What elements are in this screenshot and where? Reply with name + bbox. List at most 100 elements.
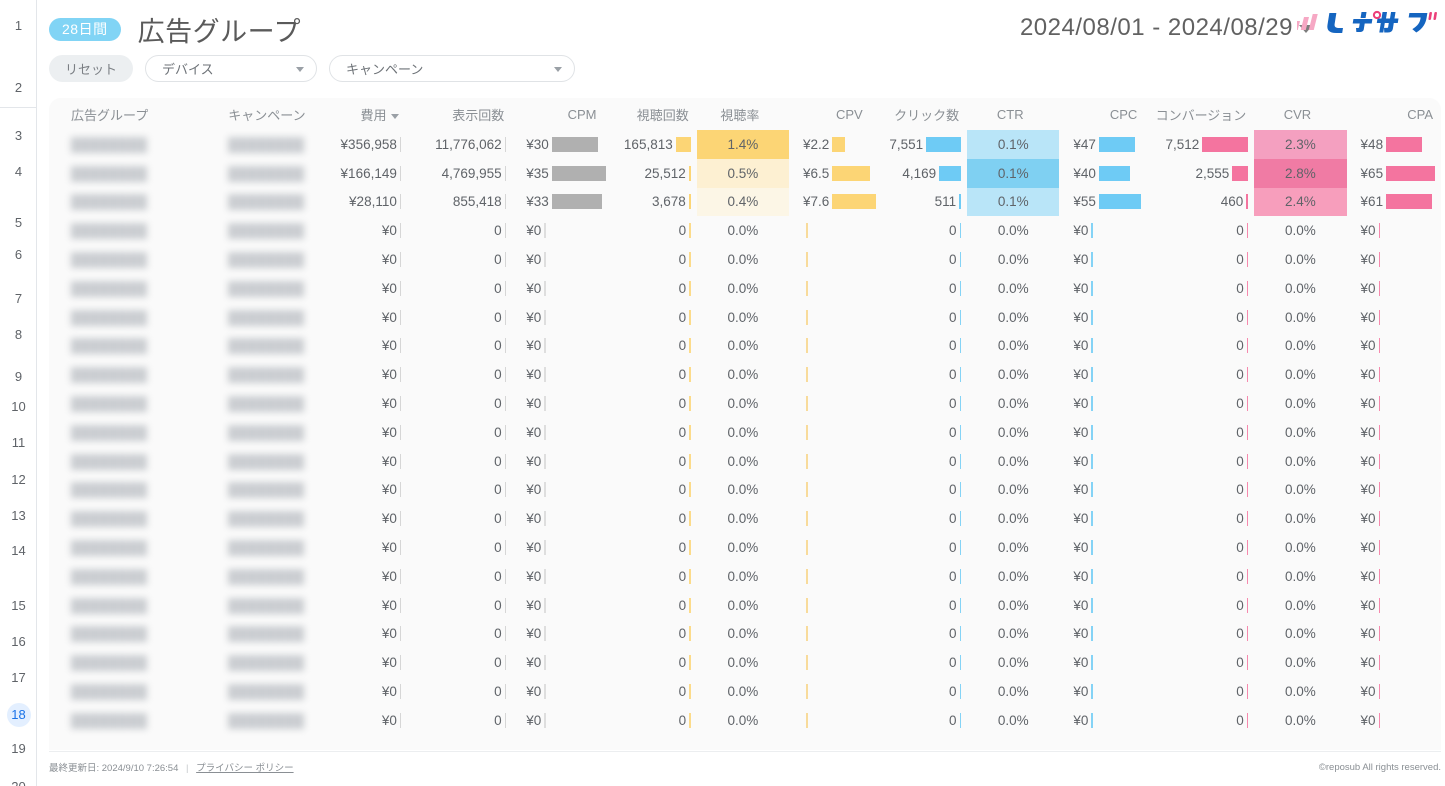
cell-bar — [504, 712, 507, 728]
cell-cpc: ¥0 — [1059, 303, 1145, 332]
column-header-cpa[interactable]: CPA — [1346, 98, 1441, 130]
table-row[interactable]: ████████ ████████ ¥0 0 ¥0 0 0.0% 0 0.0% ¥0 0 0.0% ¥0 — [49, 591, 1441, 620]
column-header-cpc[interactable]: CPC — [1059, 98, 1146, 130]
column-header-campaign[interactable]: キャンペーン — [206, 98, 312, 130]
table-row[interactable]: ████████ ████████ ¥0 0 ¥0 0 0.0% 0 0.0% ¥0 0 0.0% ¥0 — [49, 245, 1441, 274]
cell-cpc: ¥47 — [1059, 130, 1145, 159]
cell-value: ¥0 — [526, 309, 542, 325]
gutter-row-number[interactable]: 8 — [0, 323, 37, 347]
cell-value: 0 — [494, 223, 502, 239]
cell-bar — [1098, 165, 1130, 181]
cell-cost: ¥0 — [311, 303, 407, 332]
cell-bar — [551, 165, 606, 181]
cell-bar — [544, 626, 546, 642]
cell-bar — [689, 655, 691, 671]
table-row[interactable]: ████████ ████████ ¥0 0 ¥0 0 0.0% 0 0.0% ¥0 0 0.0% ¥0 — [49, 303, 1441, 332]
cell-view-rate: 0.0% — [697, 216, 789, 245]
table-row[interactable]: ████████ ████████ ¥0 0 ¥0 0 0.0% 0 0.0% ¥0 0 0.0% ¥0 — [49, 476, 1441, 505]
cell-ctr: 0.0% — [967, 389, 1059, 418]
cell-value: 0.0% — [727, 655, 759, 671]
cell-value: 0 — [949, 655, 957, 671]
cell-campaign: ████████ — [206, 706, 311, 735]
cell-campaign: ████████ — [206, 159, 311, 188]
redacted-text: ████████ — [228, 453, 305, 469]
privacy-policy-link[interactable]: プライバシー ポリシー — [196, 763, 293, 774]
gutter-row-number[interactable]: 19 — [0, 737, 37, 761]
row-number-label: 19 — [11, 741, 26, 756]
column-header-cpm[interactable]: CPM — [512, 98, 605, 130]
table-row[interactable]: ████████ ████████ ¥166,149 4,769,955 ¥35 25,5… — [49, 158, 1441, 188]
reset-button[interactable]: リセット — [49, 55, 134, 82]
gutter-row-number[interactable]: 16 — [0, 630, 37, 654]
column-header-cost[interactable]: 費用 — [311, 98, 408, 130]
gutter-row-number[interactable]: 14 — [0, 539, 37, 563]
cell-value: ¥0 — [381, 712, 397, 728]
gutter-row-number[interactable]: 11 — [0, 431, 37, 455]
cell-cpa: ¥0 — [1347, 504, 1441, 533]
gutter-row-number[interactable]: 9 — [0, 365, 37, 389]
gutter-row-number[interactable]: 3 — [0, 124, 37, 148]
cell-bar — [504, 568, 507, 584]
gutter-row-number[interactable]: 15 — [0, 594, 37, 618]
gutter-row-number[interactable]: 20 — [0, 775, 37, 786]
redacted-text: ████████ — [71, 597, 148, 613]
cell-bar — [1378, 482, 1381, 498]
table-row[interactable]: ████████ ████████ ¥0 0 ¥0 0 0.0% 0 0.0% ¥0 0 0.0% ¥0 — [49, 418, 1441, 447]
column-header-cpv[interactable]: CPV — [788, 98, 871, 130]
table-row[interactable]: ████████ ████████ ¥0 0 ¥0 0 0.0% 0 0.0% ¥0 0 0.0% ¥0 — [49, 274, 1441, 303]
column-header-views[interactable]: 視聴回数 — [604, 98, 697, 130]
gutter-row-number[interactable]: 1 — [0, 14, 37, 38]
date-range-label[interactable]: 2024/08/01 - 2024/08/29 — [1020, 14, 1293, 42]
table-row[interactable]: ████████ ████████ ¥0 0 ¥0 0 0.0% 0 0.0% ¥0 0 0.0% ¥0 — [49, 648, 1441, 677]
cell-bar — [689, 252, 691, 268]
table-row[interactable]: ████████ ████████ ¥28,110 855,418 ¥33 3,678 0.… — [49, 187, 1441, 217]
gutter-row-number[interactable]: 7 — [0, 287, 37, 311]
column-header-conversions[interactable]: コンバージョン — [1145, 98, 1255, 130]
cell-value: 0.0% — [1285, 540, 1316, 556]
gutter-row-number[interactable]: 17 — [0, 666, 37, 690]
gutter-row-number[interactable]: 2 — [0, 76, 37, 100]
table-row[interactable]: ████████ ████████ ¥0 0 ¥0 0 0.0% 0 0.0% ¥0 0 0.0% ¥0 — [49, 562, 1441, 591]
column-header-cvr[interactable]: CVR — [1254, 98, 1347, 130]
column-header-impressions[interactable]: 表示回数 — [407, 98, 513, 130]
cell-value: 0.0% — [997, 309, 1029, 325]
column-header-view_rate[interactable]: 視聴率 — [696, 98, 789, 130]
campaign-filter-select[interactable]: キャンペーン — [329, 55, 576, 82]
table-row[interactable]: ████████ ████████ ¥0 0 ¥0 0 0.0% 0 0.0% ¥0 0 0.0% ¥0 — [49, 360, 1441, 389]
gutter-row-number[interactable]: 18 — [0, 703, 37, 727]
table-row[interactable]: ████████ ████████ ¥0 0 ¥0 0 0.0% 0 0.0% ¥0 0 0.0% ¥0 — [49, 706, 1441, 735]
device-filter-select[interactable]: デバイス — [145, 55, 318, 82]
device-filter-label: デバイス — [162, 62, 214, 77]
cell-views: 0 — [605, 332, 697, 361]
cell-value: 3,678 — [651, 194, 686, 210]
gutter-row-number[interactable]: 13 — [0, 504, 37, 528]
table-row[interactable]: ████████ ████████ ¥0 0 ¥0 0 0.0% 0 0.0% ¥0 0 0.0% ¥0 — [49, 677, 1441, 706]
table-row[interactable]: ████████ ████████ ¥0 0 ¥0 0 0.0% 0 0.0% ¥0 0 0.0% ¥0 — [49, 216, 1441, 245]
cell-value: ¥0 — [1360, 223, 1376, 239]
cell-bar — [399, 540, 402, 556]
cell-value: 0 — [678, 626, 687, 642]
cell-bar — [544, 424, 546, 440]
cell-value: 0.0% — [1285, 655, 1316, 671]
cell-bar — [544, 338, 546, 354]
gutter-row-number[interactable]: 5 — [0, 211, 37, 235]
table-row[interactable]: ████████ ████████ ¥0 0 ¥0 0 0.0% 0 0.0% ¥0 0 0.0% ¥0 — [49, 504, 1441, 533]
column-header-ad_group[interactable]: 広告グループ — [49, 98, 207, 130]
gutter-row-number[interactable]: 10 — [0, 395, 37, 419]
table-row[interactable]: ████████ ████████ ¥0 0 ¥0 0 0.0% 0 0.0% ¥0 0 0.0% ¥0 — [49, 447, 1441, 476]
table-row[interactable]: ████████ ████████ ¥356,958 11,776,062 ¥30 165… — [49, 130, 1441, 159]
redacted-text: ████████ — [71, 252, 148, 268]
cell-conversions: 460 — [1145, 188, 1254, 217]
column-header-ctr[interactable]: CTR — [967, 98, 1060, 130]
gutter-row-number[interactable]: 6 — [0, 243, 37, 267]
table-row[interactable]: ████████ ████████ ¥0 0 ¥0 0 0.0% 0 0.0% ¥0 0 0.0% ¥0 — [49, 533, 1441, 562]
cell-conversions: 0 — [1145, 706, 1254, 735]
cell-ad_group: ████████ — [49, 303, 206, 332]
table-row[interactable]: ████████ ████████ ¥0 0 ¥0 0 0.0% 0 0.0% ¥0 0 0.0% ¥0 — [49, 332, 1441, 361]
cell-views: 0 — [605, 274, 697, 303]
column-header-clicks[interactable]: クリック数 — [870, 98, 968, 130]
table-row[interactable]: ████████ ████████ ¥0 0 ¥0 0 0.0% 0 0.0% ¥0 0 0.0% ¥0 — [49, 620, 1441, 649]
table-row[interactable]: ████████ ████████ ¥0 0 ¥0 0 0.0% 0 0.0% ¥0 0 0.0% ¥0 — [49, 389, 1441, 418]
gutter-row-number[interactable]: 12 — [0, 468, 37, 492]
gutter-row-number[interactable]: 4 — [0, 160, 37, 184]
